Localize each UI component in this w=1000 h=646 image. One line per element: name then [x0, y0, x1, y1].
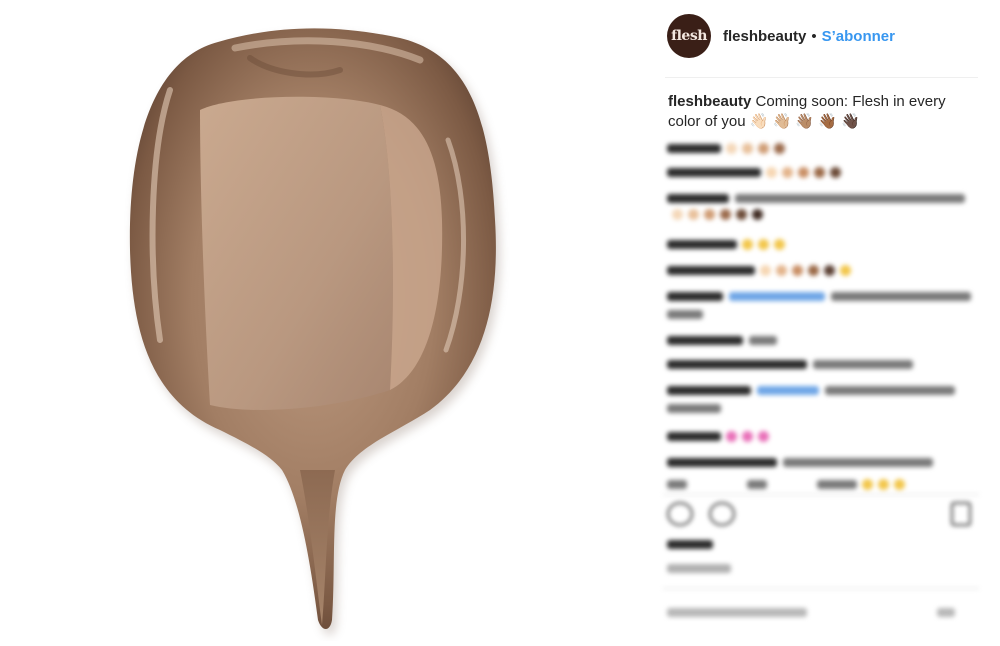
- post-header: flesh fleshbeauty • S’abonner: [667, 14, 895, 58]
- comment-row: [667, 430, 769, 442]
- comment-divider: [663, 588, 979, 589]
- comment-row: [667, 238, 785, 250]
- comment-row: [667, 192, 965, 204]
- post-sidebar: flesh fleshbeauty • S’abonner fleshbeaut…: [645, 0, 1000, 641]
- post-timestamp: [667, 562, 731, 574]
- caption-username[interactable]: fleshbeauty: [668, 93, 751, 110]
- comment-row: [667, 290, 971, 302]
- username-link[interactable]: fleshbeauty: [723, 28, 806, 45]
- header-divider: [665, 77, 978, 78]
- likes-count: [667, 538, 713, 550]
- separator-dot: •: [811, 27, 817, 45]
- post-caption: fleshbeauty Coming soon: Flesh in every …: [668, 92, 973, 132]
- bronze-swatch-image: [129, 28, 500, 636]
- comment-row: [667, 456, 933, 468]
- comment-row: [667, 208, 763, 220]
- bookmark-icon[interactable]: [951, 502, 971, 526]
- comment-row: [667, 402, 721, 414]
- actions-divider: [663, 494, 979, 495]
- heart-icon[interactable]: [667, 502, 693, 526]
- blurred-comments-area: [663, 136, 979, 641]
- comment-row: [667, 308, 703, 320]
- comment-row: [667, 166, 841, 178]
- comment-row: [667, 358, 913, 370]
- post-photo: [0, 0, 645, 641]
- comment-icon[interactable]: [709, 502, 735, 526]
- comment-row: [667, 384, 955, 396]
- comment-row: [667, 334, 777, 346]
- avatar-logo-text: flesh: [671, 28, 707, 44]
- add-comment-input[interactable]: [667, 606, 955, 618]
- comment-row: [667, 142, 785, 154]
- avatar[interactable]: flesh: [667, 14, 711, 58]
- comment-row: [667, 478, 905, 490]
- comment-row: [667, 264, 851, 276]
- follow-button[interactable]: S’abonner: [822, 28, 895, 45]
